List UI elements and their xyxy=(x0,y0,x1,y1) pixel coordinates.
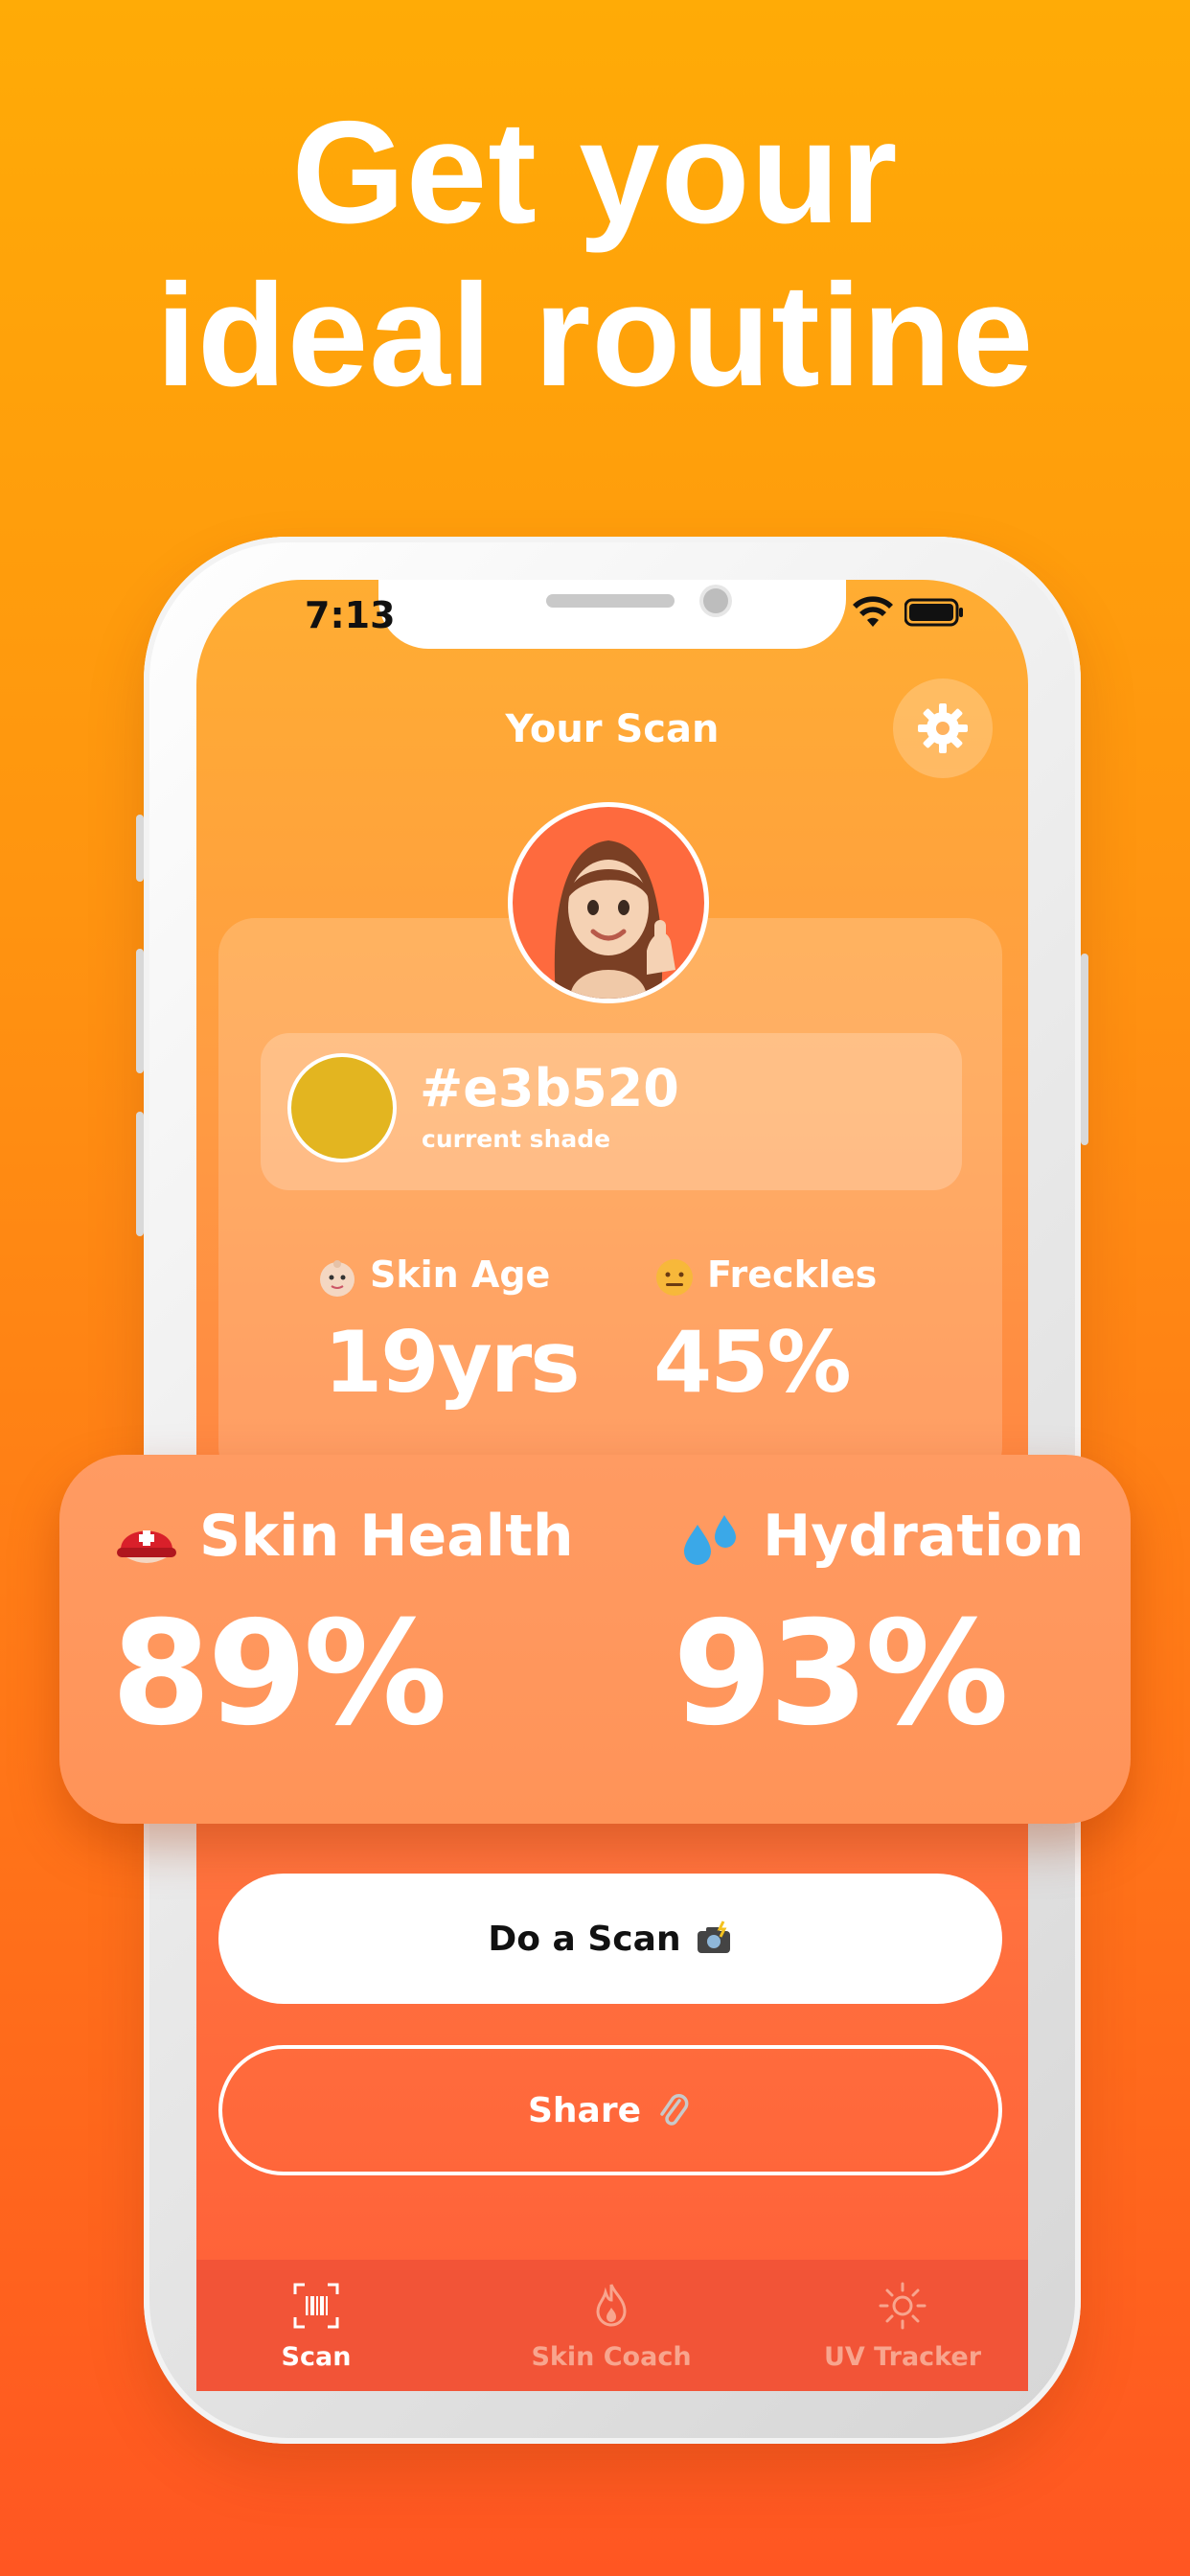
headline: Get your ideal routine xyxy=(0,91,1190,417)
neutral-face-icon xyxy=(656,1258,693,1296)
hydration-label: Hydration xyxy=(676,1503,1085,1573)
tab-scan-label: Scan xyxy=(281,2342,352,2372)
phone-camera xyxy=(703,588,728,613)
headline-line-1: Get your xyxy=(291,91,899,254)
barcode-scan-icon xyxy=(293,2283,339,2329)
paperclip-icon xyxy=(660,2094,689,2126)
do-a-scan-button[interactable]: Do a Scan xyxy=(218,1874,1002,2004)
hydration-value: 93% xyxy=(673,1591,1009,1758)
share-button[interactable]: Share xyxy=(218,2045,1002,2175)
flame-icon xyxy=(596,2284,627,2327)
sweat-droplets-icon xyxy=(684,1515,736,1566)
wifi-icon xyxy=(853,596,893,627)
camera-flash-icon xyxy=(697,1920,730,1953)
stat-skin-age-value: 19yrs xyxy=(324,1313,581,1412)
status-time: 7:13 xyxy=(305,594,396,636)
stat-skin-age-label: Skin Age xyxy=(316,1254,550,1299)
avatar xyxy=(508,802,709,1003)
stat-freckles-label: Freckles xyxy=(653,1254,877,1299)
tab-skin-coach[interactable]: Skin Coach xyxy=(487,2281,736,2372)
phone-volume-up xyxy=(136,949,144,1073)
settings-button[interactable] xyxy=(893,678,993,778)
gear-icon xyxy=(918,703,968,753)
hydration-text: Hydration xyxy=(763,1503,1085,1570)
shade-hex: #e3b520 xyxy=(420,1058,679,1118)
stat-skin-age-text: Skin Age xyxy=(370,1254,551,1296)
phone-power-button xyxy=(1081,954,1088,1145)
stat-freckles-text: Freckles xyxy=(707,1254,878,1296)
shade-swatch xyxy=(287,1053,397,1162)
headline-line-2: ideal routine xyxy=(155,254,1035,417)
share-label: Share xyxy=(527,2090,642,2130)
phone-volume-down xyxy=(136,1112,144,1236)
sun-icon xyxy=(879,2282,927,2330)
phone-notch xyxy=(378,580,846,649)
baby-face-icon xyxy=(320,1259,355,1297)
skin-health-text: Skin Health xyxy=(199,1503,574,1570)
tab-uv-tracker-label: UV Tracker xyxy=(823,2342,982,2372)
shade-label: current shade xyxy=(422,1125,611,1153)
phone-side-button xyxy=(136,815,144,882)
rescue-helmet-icon xyxy=(117,1530,176,1564)
battery-icon xyxy=(904,598,963,627)
skin-health-value: 89% xyxy=(111,1591,447,1758)
tab-scan[interactable]: Scan xyxy=(192,2281,441,2372)
tab-skin-coach-label: Skin Coach xyxy=(531,2342,692,2372)
stat-freckles-value: 45% xyxy=(653,1313,852,1412)
skin-health-label: Skin Health xyxy=(113,1503,574,1573)
phone-speaker xyxy=(546,594,675,608)
memoji-avatar-icon xyxy=(554,840,675,999)
do-a-scan-label: Do a Scan xyxy=(488,1919,681,1959)
tab-uv-tracker[interactable]: UV Tracker xyxy=(778,2281,1027,2372)
